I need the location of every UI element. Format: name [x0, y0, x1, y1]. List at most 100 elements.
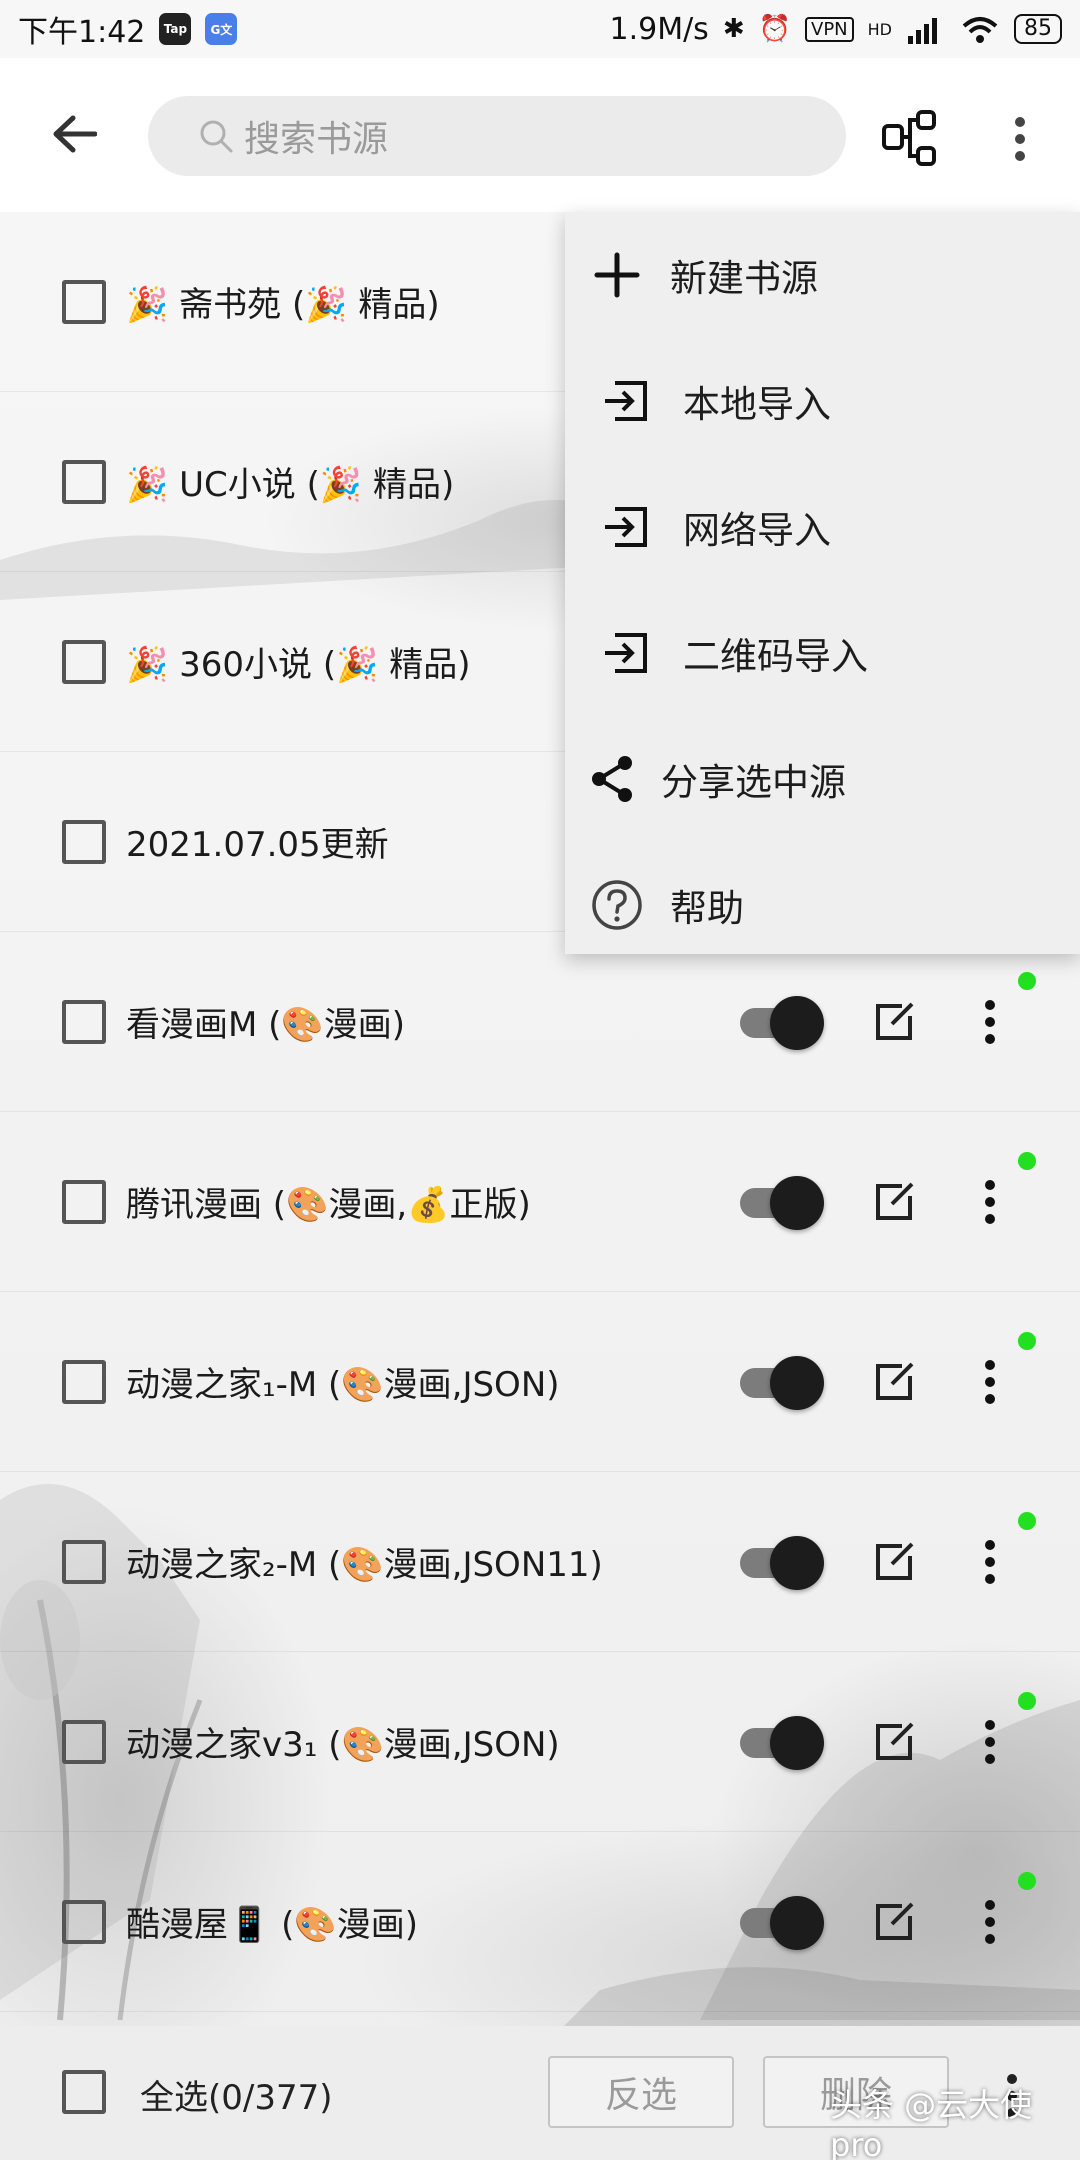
- group-filter-icon: [882, 110, 936, 166]
- alarm-icon: ⏰: [758, 14, 791, 44]
- row-label: 🎉 360小说 (🎉 精品): [126, 645, 471, 685]
- hd-signal-icon: HD: [867, 19, 892, 39]
- overflow-dropdown-menu: 新建书源 本地导入 网络导入 二维码导入 分享选中源 帮助: [565, 212, 1080, 954]
- select-all-label: 全选(0/377): [140, 2078, 333, 2118]
- menu-item-label: 分享选中源: [661, 761, 846, 804]
- edit-icon[interactable]: [872, 1540, 916, 1584]
- signal-icon: [908, 18, 937, 44]
- row-label: 动漫之家v3₁ (🎨漫画,JSON): [126, 1725, 560, 1765]
- row-label: 动漫之家₂-M (🎨漫画,JSON11): [126, 1545, 603, 1585]
- row-checkbox[interactable]: [62, 1359, 106, 1404]
- menu-item-help[interactable]: 帮助: [565, 842, 1080, 968]
- menu-item-new-source[interactable]: 新建书源: [565, 212, 1080, 338]
- overflow-menu-button[interactable]: [995, 108, 1045, 170]
- row-more-button[interactable]: [975, 1172, 1005, 1232]
- menu-item-local-import[interactable]: 本地导入: [565, 338, 1080, 464]
- watermark-text: 头条 @云大使pro: [830, 2086, 1033, 2160]
- row-checkbox[interactable]: [62, 1899, 106, 1944]
- search-input[interactable]: 搜索书源: [148, 96, 846, 176]
- plus-icon: [594, 252, 640, 298]
- search-icon: [200, 120, 233, 153]
- menu-item-network-import[interactable]: 网络导入: [565, 464, 1080, 590]
- menu-item-share-selected[interactable]: 分享选中源: [565, 716, 1080, 842]
- more-vertical-icon: [985, 1359, 995, 1404]
- row-checkbox[interactable]: [62, 1539, 106, 1584]
- edit-icon[interactable]: [872, 1720, 916, 1764]
- import-icon: [605, 633, 647, 673]
- top-app-bar: 搜索书源: [0, 58, 1080, 212]
- row-checkbox[interactable]: [62, 639, 106, 684]
- enable-switch[interactable]: [740, 995, 824, 1050]
- list-item[interactable]: 动漫之家v3₁ (🎨漫画,JSON): [0, 1652, 1080, 1832]
- status-dot: [1018, 1152, 1036, 1170]
- status-time: 下午1:42: [18, 15, 146, 50]
- status-dot: [1018, 972, 1036, 990]
- row-more-button[interactable]: [975, 1352, 1005, 1412]
- list-item[interactable]: 腾讯漫画 (🎨漫画,💰正版): [0, 1112, 1080, 1292]
- row-checkbox[interactable]: [62, 819, 106, 864]
- more-vertical-icon: [985, 999, 995, 1044]
- row-more-button[interactable]: [975, 1532, 1005, 1592]
- enable-switch[interactable]: [740, 1175, 824, 1230]
- menu-item-label: 帮助: [670, 887, 744, 930]
- row-label: 动漫之家₁-M (🎨漫画,JSON): [126, 1365, 560, 1405]
- status-dot: [1018, 1692, 1036, 1710]
- row-checkbox[interactable]: [62, 999, 106, 1044]
- arrow-left-icon: [53, 115, 97, 153]
- import-icon: [605, 507, 647, 547]
- enable-switch[interactable]: [740, 1715, 824, 1770]
- net-speed: 1.9M/s: [609, 11, 709, 47]
- help-circle-icon: [592, 880, 642, 930]
- select-all-checkbox[interactable]: [62, 2070, 106, 2114]
- enable-switch[interactable]: [740, 1355, 824, 1410]
- status-bar: 下午1:42 Tap G文 1.9M/s ✱ ⏰ VPN HD 85: [0, 0, 1080, 58]
- row-label: 🎉 斋书苑 (🎉 精品): [126, 285, 440, 325]
- back-button[interactable]: [38, 98, 110, 170]
- edit-icon[interactable]: [872, 1900, 916, 1944]
- edit-icon[interactable]: [872, 1180, 916, 1224]
- row-label: 看漫画M (🎨漫画): [126, 1005, 406, 1045]
- menu-item-label: 新建书源: [670, 257, 818, 300]
- wifi-icon: [962, 17, 998, 43]
- status-dot: [1018, 1872, 1036, 1890]
- row-more-button[interactable]: [975, 992, 1005, 1052]
- edit-icon[interactable]: [872, 1000, 916, 1044]
- more-vertical-icon: [985, 1719, 995, 1764]
- menu-item-label: 本地导入: [683, 383, 831, 426]
- bluetooth-icon: ✱: [722, 14, 745, 44]
- list-item[interactable]: 动漫之家₁-M (🎨漫画,JSON): [0, 1292, 1080, 1472]
- battery-indicator: 85: [1014, 14, 1062, 44]
- row-checkbox[interactable]: [62, 279, 106, 324]
- list-item[interactable]: 动漫之家₂-M (🎨漫画,JSON11): [0, 1472, 1080, 1652]
- status-dot: [1018, 1512, 1036, 1530]
- import-icon: [605, 381, 647, 421]
- row-checkbox[interactable]: [62, 1179, 106, 1224]
- menu-item-label: 二维码导入: [683, 635, 868, 678]
- status-left: 下午1:42 Tap G文: [18, 7, 238, 51]
- row-label: 酷漫屋📱 (🎨漫画): [126, 1905, 419, 1945]
- row-label: 2021.07.05更新: [126, 825, 389, 865]
- more-vertical-icon: [985, 1539, 995, 1584]
- vpn-icon: VPN: [805, 16, 854, 42]
- taptap-notification-icon: Tap: [159, 13, 192, 45]
- row-checkbox[interactable]: [62, 1719, 106, 1764]
- menu-item-label: 网络导入: [683, 509, 831, 552]
- row-label: 🎉 UC小说 (🎉 精品): [126, 465, 455, 505]
- more-vertical-icon: [1015, 117, 1025, 161]
- row-more-button[interactable]: [975, 1892, 1005, 1952]
- more-vertical-icon: [985, 1899, 995, 1944]
- invert-selection-button[interactable]: 反选: [548, 2056, 734, 2128]
- search-placeholder: 搜索书源: [244, 119, 389, 160]
- menu-item-qr-import[interactable]: 二维码导入: [565, 590, 1080, 716]
- enable-switch[interactable]: [740, 1895, 824, 1950]
- translate-notification-icon: G文: [205, 13, 238, 45]
- list-item[interactable]: 酷漫屋📱 (🎨漫画): [0, 1832, 1080, 2012]
- status-dot: [1018, 1332, 1036, 1350]
- more-vertical-icon: [985, 1179, 995, 1224]
- edit-icon[interactable]: [872, 1360, 916, 1404]
- row-more-button[interactable]: [975, 1712, 1005, 1772]
- row-label: 腾讯漫画 (🎨漫画,💰正版): [126, 1185, 531, 1225]
- row-checkbox[interactable]: [62, 459, 106, 504]
- group-filter-button[interactable]: [880, 108, 942, 170]
- enable-switch[interactable]: [740, 1535, 824, 1590]
